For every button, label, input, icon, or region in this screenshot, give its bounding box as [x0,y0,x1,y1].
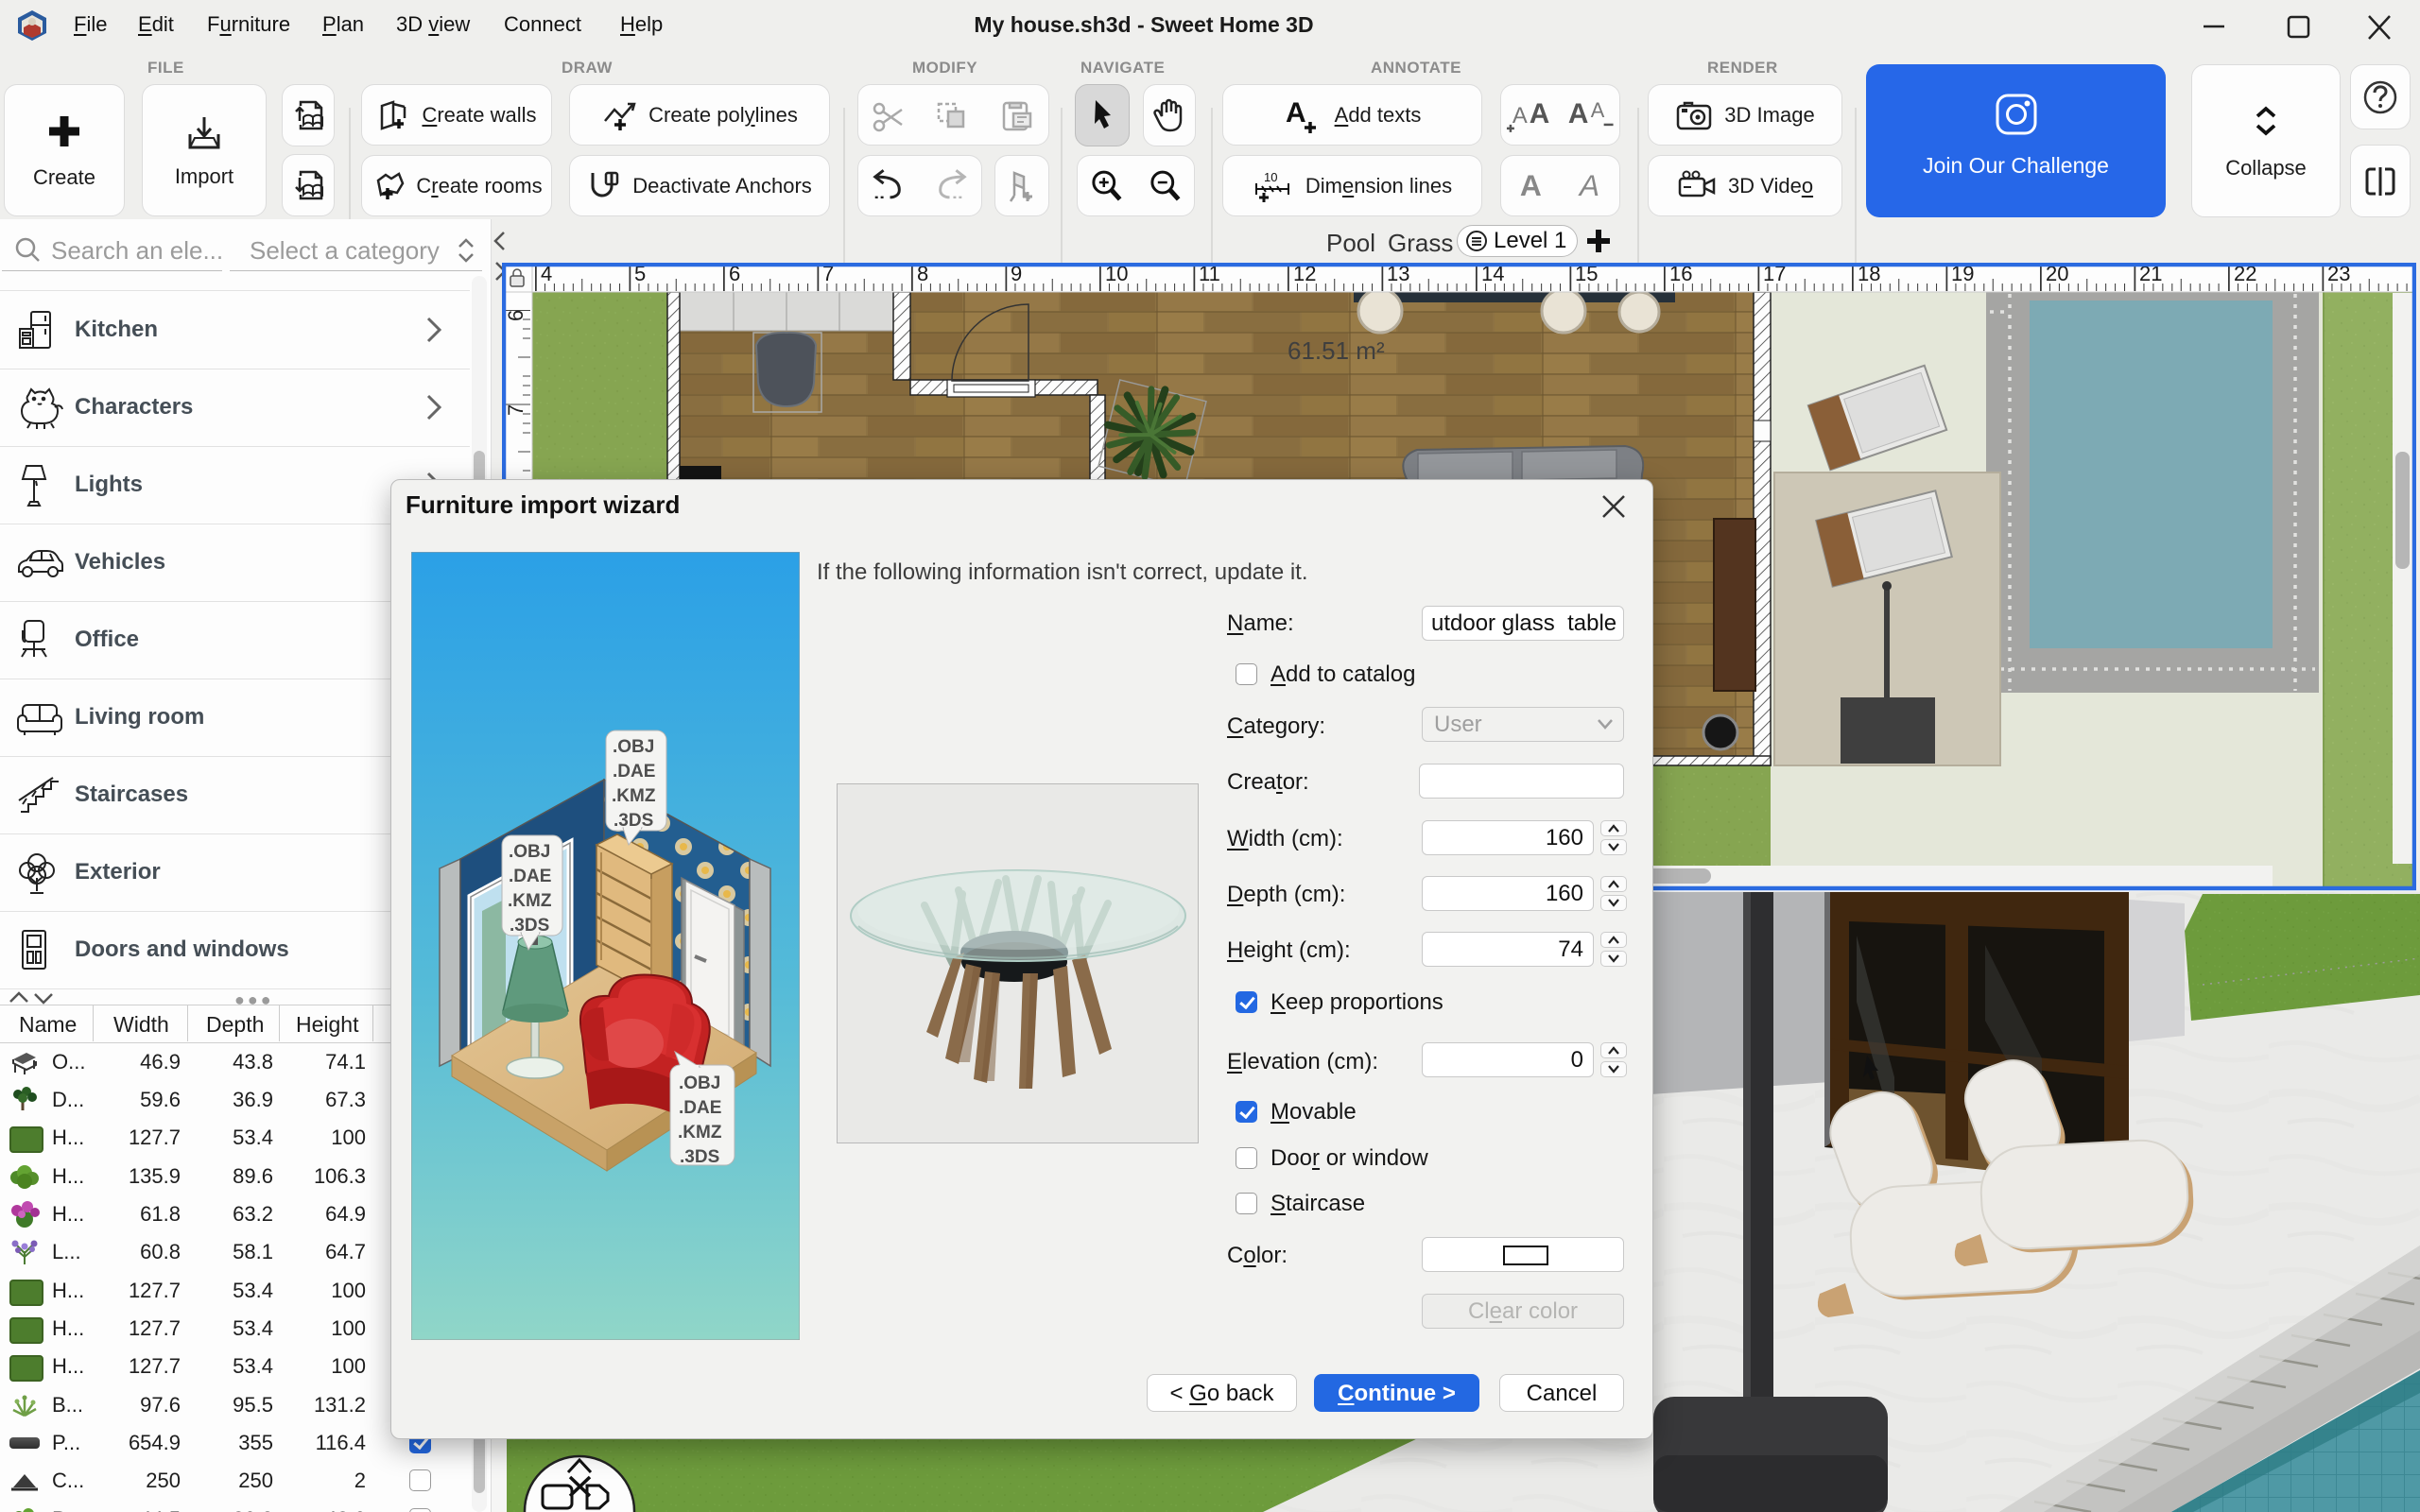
svg-text:A: A [1520,167,1542,201]
svg-text:.KMZ: .KMZ [508,891,552,911]
svg-text:.OBJ: .OBJ [509,842,550,862]
svg-text:A: A [1286,97,1306,129]
svg-text:.KMZ: .KMZ [612,786,656,806]
svg-text:10: 10 [1264,170,1277,184]
svg-text:.3DS: .3DS [510,916,549,936]
svg-text:.DAE: .DAE [679,1098,721,1118]
svg-text:.OBJ: .OBJ [679,1074,720,1093]
svg-text:A: A [1567,97,1588,129]
svg-text:61.51 m²: 61.51 m² [1288,336,1385,365]
svg-text:A: A [1577,167,1599,201]
svg-text:A: A [1512,102,1528,128]
svg-text:.OBJ: .OBJ [613,737,654,757]
svg-text:.DAE: .DAE [509,867,551,886]
svg-text:A: A [1590,97,1604,121]
svg-text:.3DS: .3DS [680,1147,719,1167]
svg-text:6: 6 [504,310,527,321]
svg-text:.3DS: .3DS [614,811,653,831]
svg-text:A: A [1530,97,1550,129]
svg-text:.KMZ: .KMZ [678,1123,722,1143]
svg-text:.DAE: .DAE [613,762,655,782]
svg-text:7: 7 [504,404,527,416]
